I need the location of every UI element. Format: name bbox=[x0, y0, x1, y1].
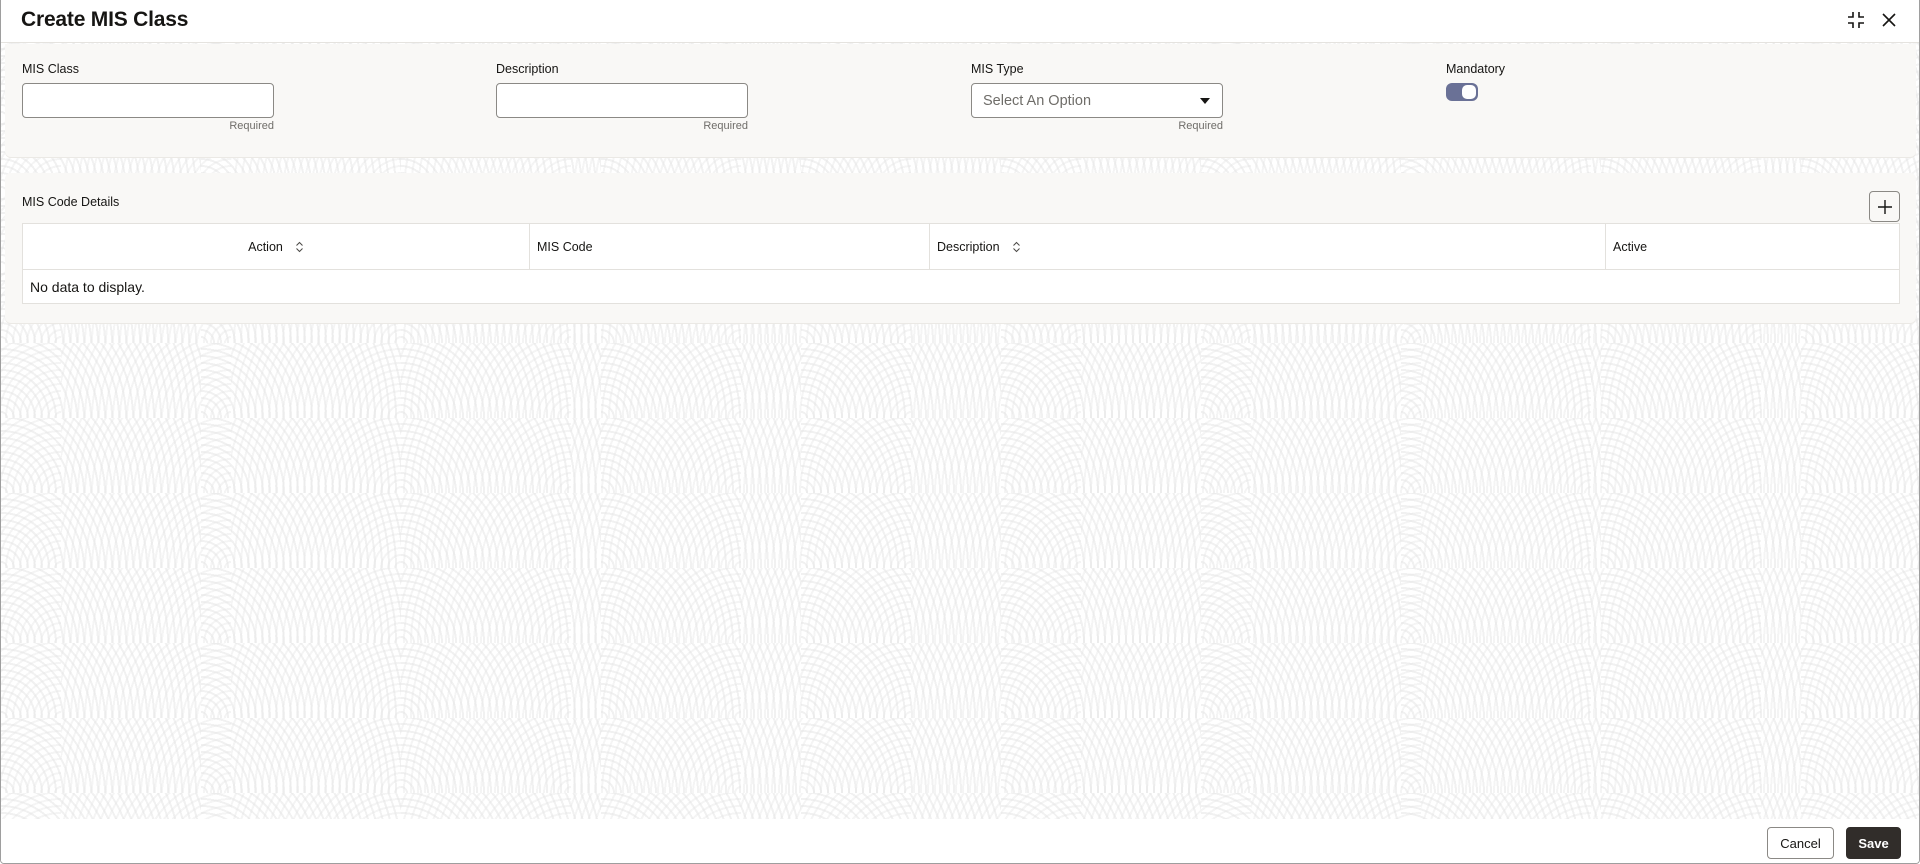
mis-code-details-panel: MIS Code Details Action MIS Code Descrip… bbox=[5, 173, 1916, 323]
mis-type-selected-value: Select An Option bbox=[983, 93, 1092, 109]
mis-type-label: MIS Type bbox=[971, 62, 1024, 76]
close-button[interactable] bbox=[1877, 8, 1901, 32]
form-panel: MIS Class Required Description Required … bbox=[5, 44, 1916, 157]
column-label: MIS Code bbox=[537, 240, 593, 254]
description-required-hint: Required bbox=[703, 120, 748, 132]
column-header-action[interactable]: Action bbox=[23, 224, 530, 270]
description-label: Description bbox=[496, 62, 559, 76]
caret-down-icon bbox=[1200, 98, 1210, 104]
mandatory-field: Mandatory bbox=[1446, 61, 1505, 101]
add-row-button[interactable] bbox=[1869, 191, 1900, 222]
collapse-icon bbox=[1848, 12, 1864, 28]
column-label: Action bbox=[248, 240, 283, 254]
collapse-button[interactable] bbox=[1844, 8, 1868, 32]
sort-icon[interactable] bbox=[295, 241, 304, 253]
mis-code-table: Action MIS Code Description Active No da… bbox=[22, 223, 1900, 304]
mis-class-field: MIS Class Required bbox=[22, 61, 274, 132]
description-field: Description Required bbox=[496, 61, 748, 132]
plus-icon bbox=[1877, 199, 1892, 214]
cancel-button[interactable]: Cancel bbox=[1767, 827, 1834, 859]
mis-type-field: MIS Type Select An Option Required bbox=[971, 61, 1223, 132]
mis-class-input[interactable] bbox=[22, 83, 274, 118]
column-label: Description bbox=[937, 240, 1000, 254]
dialog-footer: Cancel Save bbox=[1, 819, 1919, 863]
column-label: Active bbox=[1613, 240, 1648, 254]
sort-icon[interactable] bbox=[1012, 241, 1021, 253]
save-button[interactable]: Save bbox=[1846, 827, 1901, 859]
description-input[interactable] bbox=[496, 83, 748, 118]
mis-type-select[interactable]: Select An Option bbox=[971, 83, 1223, 118]
table-header: Action MIS Code Description Active bbox=[23, 224, 1899, 270]
create-mis-class-dialog: Create MIS Class MIS Class Required Desc… bbox=[0, 0, 1920, 864]
section-title: MIS Code Details bbox=[22, 195, 120, 209]
close-icon bbox=[1882, 13, 1896, 27]
mis-class-required-hint: Required bbox=[229, 120, 274, 132]
mis-type-required-hint: Required bbox=[1178, 120, 1223, 132]
empty-table-message: No data to display. bbox=[30, 278, 145, 295]
dialog-header: Create MIS Class bbox=[1, 0, 1919, 43]
column-header-description[interactable]: Description bbox=[930, 224, 1606, 270]
mis-class-label: MIS Class bbox=[22, 62, 79, 76]
column-header-mis-code[interactable]: MIS Code bbox=[530, 224, 930, 270]
column-header-active[interactable]: Active bbox=[1606, 224, 1899, 270]
dialog-title: Create MIS Class bbox=[21, 8, 189, 31]
background-pattern bbox=[1, 43, 1919, 819]
toggle-knob bbox=[1462, 85, 1476, 99]
mandatory-label: Mandatory bbox=[1446, 62, 1506, 76]
mandatory-toggle[interactable] bbox=[1446, 83, 1478, 101]
